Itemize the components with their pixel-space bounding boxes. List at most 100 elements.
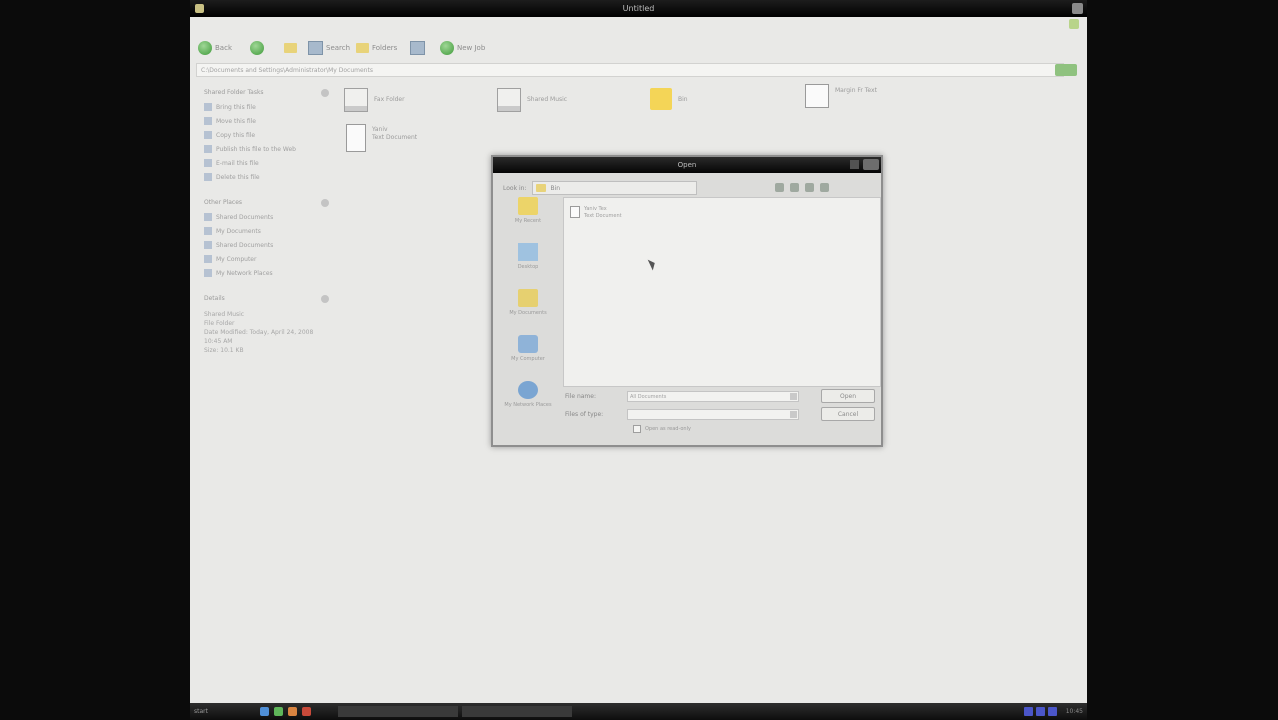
places-header-label: Other Places [204,199,243,206]
search-button[interactable]: Search [308,40,350,56]
desktop-icon [518,243,538,261]
cancel-button[interactable]: Cancel [821,407,875,421]
new-job-button[interactable]: New Job [440,40,485,56]
views-button[interactable] [410,40,425,56]
place-label: My Documents [509,310,547,316]
place-label: My Recent [514,218,542,224]
place-desktop[interactable]: Desktop [501,243,555,289]
help-icon[interactable] [850,160,859,169]
places-panel-header[interactable]: Other Places [204,196,329,210]
place-my-recent[interactable]: My Recent [501,197,555,243]
details-line: Size: 10.1 KB [204,347,244,354]
file-item-label: Fax Folder [374,96,405,103]
go-button[interactable] [1055,64,1077,76]
place-item[interactable]: Shared Documents [204,210,329,224]
details-header-label: Details [204,295,225,302]
place-item[interactable]: My Network Places [204,266,329,280]
back-icon[interactable] [775,183,784,192]
task-item-label: Copy this file [216,131,256,139]
collapse-chevron-icon[interactable] [321,295,329,303]
document-icon [570,206,580,218]
window-close-icon[interactable] [1072,3,1083,14]
mouse-cursor-icon [647,257,658,271]
tray-icon[interactable] [1048,707,1057,716]
place-my-documents[interactable]: My Documents [501,289,555,335]
up-button[interactable] [284,40,297,56]
file-item-bin[interactable]: Bin [650,88,688,110]
folder-icon [650,88,672,110]
taskbar-button-explorer[interactable] [338,706,458,717]
chevron-down-icon[interactable] [790,393,797,400]
place-item[interactable]: Shared Documents [204,238,329,252]
task-item[interactable]: Delete this file [204,170,329,184]
my-documents-icon [518,289,538,307]
details-line: File Folder [204,320,235,327]
new-folder-icon[interactable] [805,183,814,192]
look-in-select[interactable]: Bin [532,181,698,195]
address-bar[interactable]: C:\Documents and Settings\Administrator\… [196,63,1064,77]
open-button[interactable]: Open [821,389,875,403]
app-quicklaunch-icon[interactable] [302,707,311,716]
file-item-shared-music[interactable]: Shared Music [497,88,567,112]
place-network[interactable]: My Network Places [501,381,555,427]
details-text: Shared Music File Folder Date Modified: … [204,306,329,355]
back-label: Back [215,44,232,52]
dialog-toolbar [775,183,829,192]
places-bar: My Recent Desktop My Documents My Comput… [501,197,555,427]
collapse-chevron-icon[interactable] [321,89,329,97]
task-item-label: E-mail this file [216,159,259,167]
place-item[interactable]: My Computer [204,252,329,266]
dialog-close-icon[interactable] [863,159,879,170]
my-computer-icon [518,335,538,353]
file-type-select[interactable] [627,409,799,420]
place-item-icon [204,227,212,235]
back-button[interactable]: Back [198,40,232,56]
task-item[interactable]: Bring this file [204,100,329,114]
place-label: My Network Places [504,402,552,408]
up-folder-icon [284,43,297,53]
new-job-label: New Job [457,44,486,52]
task-item[interactable]: Copy this file [204,128,329,142]
task-item-icon [204,159,212,167]
task-item-icon [204,117,212,125]
taskbar-button-dialog[interactable] [462,706,572,717]
windows-logo-icon [1069,19,1079,29]
window-title: Untitled [622,4,655,13]
app-quicklaunch-icon[interactable] [288,707,297,716]
file-item-label: Margin Fr Text [835,87,877,94]
file-name-input[interactable]: All Documents [627,391,799,402]
place-my-computer[interactable]: My Computer [501,335,555,381]
task-item[interactable]: Publish this file to the Web [204,142,329,156]
network-places-icon [518,381,538,399]
ie-quicklaunch-icon[interactable] [260,707,269,716]
recent-documents-icon [518,197,538,215]
place-item-icon [204,269,212,277]
tray-icon[interactable] [1024,707,1033,716]
clock: 10:45 [1065,708,1083,715]
dialog-file-list[interactable]: Yaniv Tex Text Document [563,197,881,387]
start-button[interactable]: start [194,706,224,717]
back-arrow-icon [198,41,212,55]
read-only-row: Open as read-only [633,425,691,433]
file-item-fax-folder[interactable]: Fax Folder [344,88,405,112]
task-item[interactable]: E-mail this file [204,156,329,170]
media-quicklaunch-icon[interactable] [274,707,283,716]
tasks-panel-header[interactable]: Shared Folder Tasks [204,86,329,100]
system-tray [1024,707,1057,716]
chevron-down-icon[interactable] [790,411,797,418]
views-menu-icon[interactable] [820,183,829,192]
read-only-checkbox[interactable] [633,425,641,433]
details-panel-header[interactable]: Details [204,292,329,306]
forward-arrow-icon [250,41,264,55]
file-item-margin-text[interactable]: Margin Fr Text [805,84,877,108]
folders-button[interactable]: Folders [356,40,397,56]
folders-label: Folders [372,44,398,52]
collapse-chevron-icon[interactable] [321,199,329,207]
place-item[interactable]: My Documents [204,224,329,238]
task-item[interactable]: Move this file [204,114,329,128]
tray-icon[interactable] [1036,707,1045,716]
forward-button[interactable] [250,40,264,56]
list-item[interactable]: Yaniv Tex Text Document [570,206,622,220]
up-folder-icon[interactable] [790,183,799,192]
file-item-yaniv[interactable]: Yaniv Text Document [346,124,417,152]
